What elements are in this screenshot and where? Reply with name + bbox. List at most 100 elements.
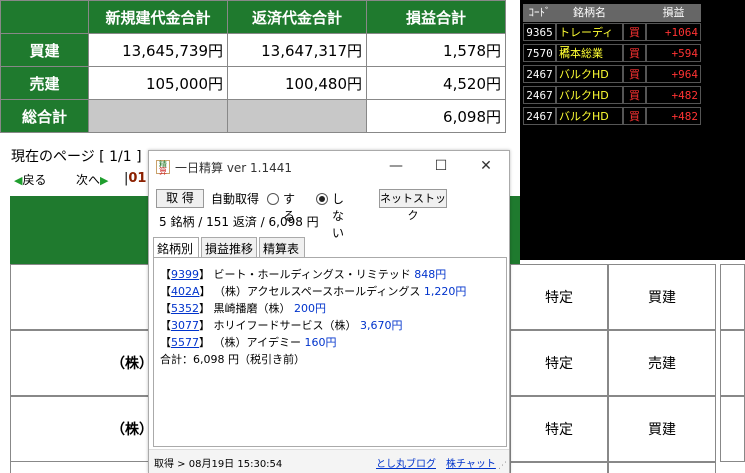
ranking-header-code: ｺｰﾄﾞ [528,6,551,19]
grand-pl-total: 6,098円 [366,99,506,133]
stock-price: 848円 [414,268,447,281]
ranking-side: 買 [623,23,646,41]
page-indicator: 現在のページ [ 1/1 ] [11,149,142,165]
next-link[interactable]: 次へ▶ [76,171,108,188]
ranking-row[interactable]: 7570 橋本総業 買 +594 [523,44,701,63]
ranking-row[interactable]: 9365 トレーディア 買 +1064 [523,23,701,57]
ranking-code: 7570 [523,44,556,62]
detail-next-row [510,462,608,473]
ranking-code: 2467 [523,65,556,83]
header-pl-total: 損益合計 [366,0,506,34]
stock-price: 160円 [304,336,337,349]
ranking-header-pl: 損益 [662,6,685,19]
detail-side: 買建 [608,396,716,462]
header-repayment-total: 返済代金合計 [227,0,367,34]
tab-pl-trend[interactable]: 損益推移 [201,237,257,257]
ranking-side: 買 [623,107,646,125]
ranking-side: 買 [623,44,646,62]
stock-price: 3,670円 [360,319,403,332]
ranking-side: 買 [623,65,646,83]
status-text: 取得 > 08月19日 15:30:54 [154,459,283,470]
stock-list: 【9399】 ビート・ホールディングス・リミテッド 848円 【402A】 （株… [153,257,507,447]
ranking-code: 2467 [523,86,556,104]
tab-by-stock[interactable]: 銘柄別 [153,237,199,258]
detail-side: 売建 [608,330,716,396]
detail-extra [720,396,745,462]
ranking-name: バルクHD [556,86,623,104]
stock-name: （株）アクセルスペースホールディングス [214,285,421,298]
minimize-button[interactable]: — [381,155,411,177]
stock-price: 200円 [294,302,326,315]
sell-repay-total: 100,480円 [227,66,367,100]
row-label-buy: 買建 [0,33,89,67]
maximize-button[interactable]: ☐ [426,155,456,177]
ranking-side: 買 [623,86,646,104]
kabu-chat-link[interactable]: 株チャット [446,455,496,470]
stock-name: （株）アイデミー [213,336,301,349]
summary-header-row: 新規建代金合計 返済代金合計 損益合計 [0,0,506,34]
list-item: 【402A】 （株）アクセルスペースホールディングス 1,220円 [160,285,467,298]
back-link[interactable]: ◀戻る [14,171,46,188]
close-button[interactable]: ✕ [471,155,501,177]
summary-row-buy: 買建 13,645,739円 13,647,317円 1,578円 [0,33,506,67]
ranking-pl: +482 [646,107,701,125]
ranking-name: 橋本総業 [556,44,623,62]
detail-extra [720,264,745,330]
summary-corner [0,0,89,34]
stock-price: 1,220円 [423,285,467,298]
title-bar[interactable]: 精 算 一日精算 ver 1.1441 — ☐ ✕ [149,151,509,183]
app-icon: 精 算 [156,160,170,176]
ranking-pl: +482 [646,86,701,104]
resize-grip-icon[interactable]: ⋰ [498,461,507,471]
stock-code-link[interactable]: 402A [171,285,200,298]
row-label-grand-total: 総合計 [0,99,89,133]
stock-code-link[interactable]: 9399 [171,268,199,281]
stock-code-link[interactable]: 5352 [171,302,199,315]
auto-fetch-off-radio[interactable] [316,193,328,205]
blog-link[interactable]: とし丸ブログ [376,455,436,470]
fetch-button[interactable]: 取 得 [156,189,204,208]
daily-settlement-window: 精 算 一日精算 ver 1.1441 — ☐ ✕ 取 得 自動取得 する しな… [148,150,510,473]
ranking-row[interactable]: 2467 バルクHD 買 +482 [523,86,701,105]
buy-new-total: 13,645,739円 [88,33,228,67]
ranking-name: トレーディア [556,23,623,57]
list-item: 【5577】 （株）アイデミー 160円 [160,336,337,349]
detail-next-row [608,462,716,473]
ranking-pl: +1064 [646,23,701,41]
auto-fetch-off-label[interactable]: しない [332,190,344,241]
auto-fetch-on-radio[interactable] [267,193,279,205]
buy-pl-total: 1,578円 [366,33,506,67]
total-amount: 合計：6,098 円（税引き前） [160,353,305,366]
stock-code-link[interactable]: 5577 [171,336,199,349]
ranking-header: ｺｰﾄﾞ 銘柄名 損益 [523,4,701,22]
stock-code-link[interactable]: 3077 [171,319,199,332]
ranking-code: 2467 [523,107,556,125]
tab-settlement-table[interactable]: 精算表 [259,237,305,257]
stock-name: 黒崎播磨（株） [213,302,291,315]
stats-summary: 5 銘柄 / 151 返済 / 6,098 円 [159,215,319,229]
page-number-link[interactable]: |01 [124,171,146,186]
header-new-position-total: 新規建代金合計 [88,0,228,34]
sell-new-total: 105,000円 [88,66,228,100]
ranking-header-side [623,4,646,22]
window-title: 一日精算 ver 1.1441 [175,161,293,175]
next-label: 次へ [76,173,101,187]
status-bar: 取得 > 08月19日 15:30:54 とし丸ブログ 株チャット ⋰ [149,449,509,473]
page-number: 01 [128,171,147,186]
detail-type: 特定 [510,330,608,396]
detail-side: 買建 [608,264,716,330]
detail-type: 特定 [510,396,608,462]
ranking-code: 9365 [523,23,556,41]
ranking-pl: +964 [646,65,701,83]
ranking-row[interactable]: 2467 バルクHD 買 +482 [523,107,701,126]
row-label-sell: 売建 [0,66,89,100]
list-item: 【9399】 ビート・ホールディングス・リミテッド 848円 [160,268,447,281]
summary-row-grand: 総合計 6,098円 [0,99,506,133]
detail-type: 特定 [510,264,608,330]
net-stock-button[interactable]: ネットストック [379,189,447,222]
ranking-row[interactable]: 2467 バルクHD 買 +964 [523,65,701,84]
summary-row-sell: 売建 105,000円 100,480円 4,520円 [0,66,506,100]
list-item: 【5352】 黒崎播磨（株） 200円 [160,302,326,315]
summary-table: 新規建代金合計 返済代金合計 損益合計 買建 13,645,739円 13,64… [0,0,506,133]
ranking-pl: +594 [646,44,701,62]
